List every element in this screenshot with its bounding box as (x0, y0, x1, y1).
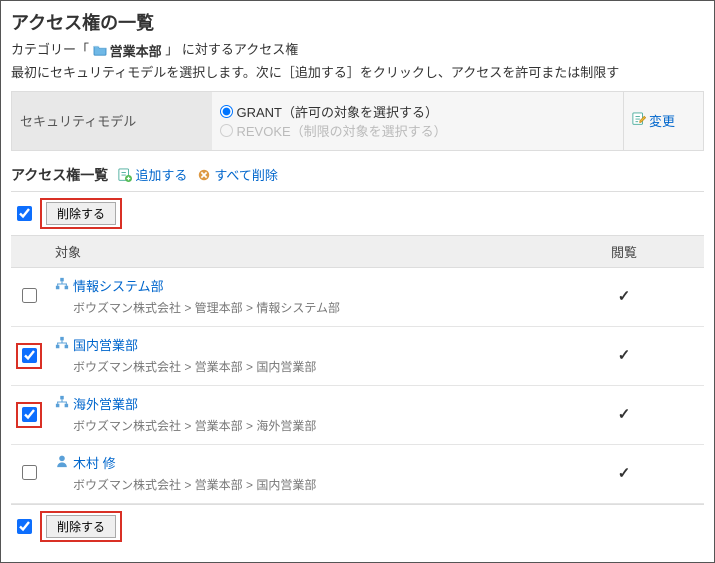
page-title: アクセス権の一覧 (11, 9, 704, 35)
row-target-cell: 情報システム部ボウズマン株式会社 > 管理本部 > 情報システム部 (47, 267, 544, 326)
action-bar-top: 削除する (11, 191, 704, 235)
target-path: ボウズマン株式会社 > 営業本部 > 海外営業部 (55, 417, 536, 434)
security-model-label: セキュリティモデル (12, 91, 212, 150)
row-checkbox-wrap (22, 468, 37, 483)
table-row: 情報システム部ボウズマン株式会社 > 管理本部 > 情報システム部 ✓ (11, 267, 704, 326)
row-checkbox[interactable] (22, 465, 37, 480)
grant-radio[interactable] (220, 105, 233, 118)
user-icon (55, 454, 69, 471)
list-header-row: アクセス権一覧 追加する すべて削除 (11, 165, 704, 185)
list-header: アクセス権一覧 (11, 165, 108, 185)
revoke-label: REVOKE（制限の対象を選択する） (237, 121, 447, 140)
edit-icon (632, 112, 646, 129)
row-checkbox[interactable] (22, 288, 37, 303)
row-checkbox-cell (11, 326, 47, 385)
row-target-cell: 木村 修ボウズマン株式会社 > 営業本部 > 国内営業部 (47, 444, 544, 503)
security-model-table: セキュリティモデル GRANT（許可の対象を選択する） REVOKE（制限の対象… (11, 91, 704, 151)
target-name: 木村 修 (55, 453, 536, 472)
target-link[interactable]: 情報システム部 (73, 276, 164, 295)
org-icon (55, 336, 69, 353)
col-target: 対象 (47, 235, 544, 267)
breadcrumb-suffix: 」 に対するアクセス権 (165, 42, 298, 57)
row-view-cell: ✓ (544, 326, 704, 385)
table-row: 海外営業部ボウズマン株式会社 > 営業本部 > 海外営業部 ✓ (11, 385, 704, 444)
folder-icon (93, 44, 107, 56)
target-path: ボウズマン株式会社 > 管理本部 > 情報システム部 (55, 299, 536, 316)
check-icon: ✓ (618, 347, 631, 364)
delete-button-bottom[interactable]: 削除する (46, 515, 116, 538)
add-link-label: 追加する (135, 165, 187, 184)
row-checkbox[interactable] (22, 407, 37, 422)
delete-all-link-label: すべて削除 (214, 165, 278, 184)
row-checkbox[interactable] (22, 348, 37, 363)
target-link[interactable]: 国内営業部 (73, 335, 138, 354)
revoke-radio[interactable] (220, 124, 233, 137)
table-row: 木村 修ボウズマン株式会社 > 営業本部 > 国内営業部 ✓ (11, 444, 704, 503)
target-name: 情報システム部 (55, 276, 536, 295)
row-view-cell: ✓ (544, 385, 704, 444)
target-link[interactable]: 海外営業部 (73, 394, 138, 413)
delete-button-top[interactable]: 削除する (46, 202, 116, 225)
target-link[interactable]: 木村 修 (73, 453, 116, 472)
row-target-cell: 国内営業部ボウズマン株式会社 > 営業本部 > 国内営業部 (47, 326, 544, 385)
delete-top-highlight: 削除する (40, 198, 122, 229)
col-checkbox (11, 235, 47, 267)
change-link[interactable]: 変更 (632, 111, 675, 130)
target-path: ボウズマン株式会社 > 営業本部 > 国内営業部 (55, 358, 536, 375)
row-checkbox-highlight (16, 343, 42, 369)
org-icon (55, 277, 69, 294)
change-link-label: 変更 (649, 111, 675, 130)
add-icon (118, 168, 132, 182)
action-bar-bottom: 削除する (11, 504, 704, 548)
grant-option[interactable]: GRANT（許可の対象を選択する） (220, 102, 616, 121)
check-icon: ✓ (618, 406, 631, 423)
table-row: 国内営業部ボウズマン株式会社 > 営業本部 > 国内営業部 ✓ (11, 326, 704, 385)
row-checkbox-wrap (22, 291, 37, 306)
row-view-cell: ✓ (544, 267, 704, 326)
target-name: 国内営業部 (55, 335, 536, 354)
row-checkbox-cell (11, 385, 47, 444)
target-name: 海外営業部 (55, 394, 536, 413)
revoke-option[interactable]: REVOKE（制限の対象を選択する） (220, 121, 616, 140)
org-icon (55, 395, 69, 412)
row-view-cell: ✓ (544, 444, 704, 503)
row-checkbox-highlight (16, 402, 42, 428)
grant-label: GRANT（許可の対象を選択する） (237, 102, 439, 121)
delete-all-icon (197, 168, 211, 182)
check-icon: ✓ (618, 465, 631, 482)
folder-chip: 営業本部 (93, 41, 162, 60)
add-link[interactable]: 追加する (118, 165, 187, 184)
delete-all-link[interactable]: すべて削除 (197, 165, 278, 184)
breadcrumb-category: 営業本部 (110, 41, 162, 60)
check-icon: ✓ (618, 288, 631, 305)
target-path: ボウズマン株式会社 > 営業本部 > 国内営業部 (55, 476, 536, 493)
breadcrumb: カテゴリー「 営業本部 」 に対するアクセス権 (11, 39, 704, 60)
row-target-cell: 海外営業部ボウズマン株式会社 > 営業本部 > 海外営業部 (47, 385, 544, 444)
select-all-top[interactable] (17, 206, 32, 221)
delete-bottom-highlight: 削除する (40, 511, 122, 542)
description: 最初にセキュリティモデルを選択します。次に［追加する］をクリックし、アクセスを許… (11, 62, 704, 81)
breadcrumb-prefix: カテゴリー「 (11, 42, 89, 57)
row-checkbox-cell (11, 267, 47, 326)
col-view: 閲覧 (544, 235, 704, 267)
select-all-bottom[interactable] (17, 519, 32, 534)
row-checkbox-cell (11, 444, 47, 503)
access-list-table: 対象 閲覧 情報システム部ボウズマン株式会社 > 管理本部 > 情報システム部 ✓… (11, 235, 704, 504)
